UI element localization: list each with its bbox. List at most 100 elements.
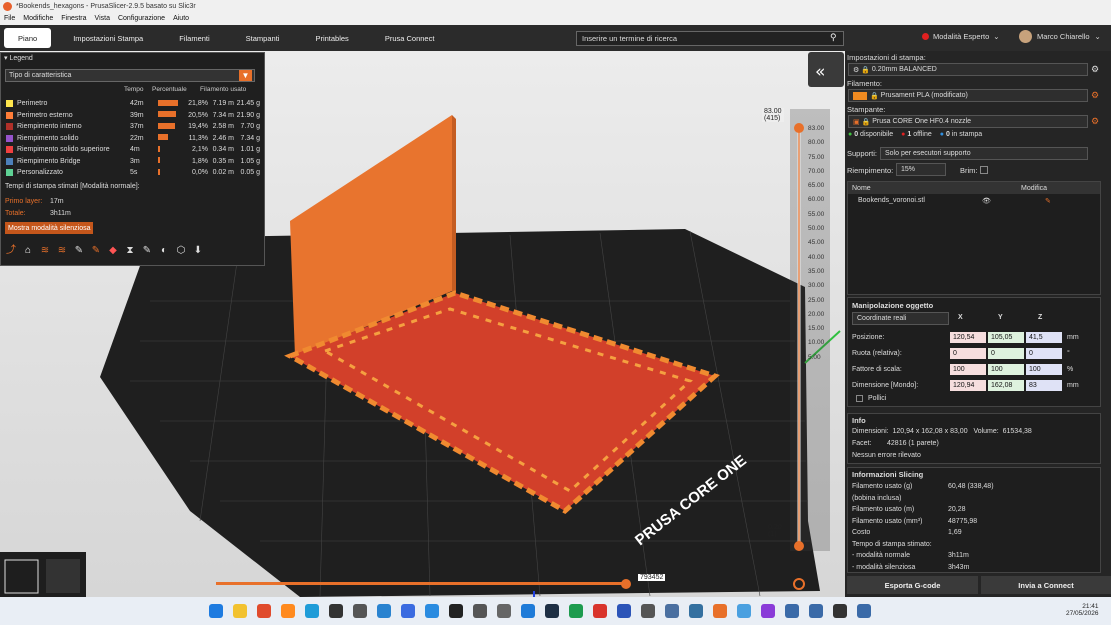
tab-prusa-connect[interactable]: Prusa Connect <box>371 28 449 48</box>
app-icon[interactable] <box>857 604 871 618</box>
app-icon[interactable] <box>761 604 775 618</box>
move-slider-track[interactable] <box>216 582 628 585</box>
tab-plater[interactable]: Piano <box>4 28 52 48</box>
manip-input[interactable]: 162,08 <box>988 379 1024 391</box>
send-to-connect-button[interactable]: Invia a Connect <box>981 576 1111 594</box>
object-row[interactable]: Bookends_voronoi.stl 👁 ✎ <box>848 194 1100 207</box>
app-icon[interactable] <box>689 604 703 618</box>
app-icon[interactable] <box>377 604 391 618</box>
app-icon[interactable] <box>785 604 799 618</box>
manip-input[interactable]: 100 <box>1026 363 1062 375</box>
legend-row[interactable]: Personalizzato 5s 0,0% 0.02 m 0.05 g <box>1 167 263 179</box>
gear-icon[interactable]: ⚙ <box>1091 116 1099 127</box>
manip-input[interactable]: 0 <box>988 347 1024 359</box>
user-account[interactable]: Marco Chiarello ⌄ <box>1019 30 1101 43</box>
wipe-icon[interactable]: ⌂ <box>22 245 34 257</box>
start-icon[interactable] <box>209 604 223 618</box>
travel-icon[interactable]: ⤴ <box>5 245 17 257</box>
coords-combo[interactable]: Coordinate reali <box>852 312 949 325</box>
excel-icon[interactable] <box>569 604 583 618</box>
chrome-icon[interactable] <box>257 604 271 618</box>
edge-icon[interactable] <box>305 604 319 618</box>
app-icon[interactable] <box>833 604 847 618</box>
app-icon[interactable] <box>665 604 679 618</box>
collapse-sidebar-button[interactable] <box>808 52 844 87</box>
search-input[interactable]: Inserire un termine di ricerca <box>576 31 844 46</box>
legend-header[interactable]: ▾ Legend <box>1 53 264 63</box>
mail-icon[interactable] <box>425 604 439 618</box>
tool-marker-icon[interactable]: ⬇ <box>192 245 204 257</box>
legend-row[interactable]: Riempimento Bridge 3m 1,8% 0.35 m 1.05 g <box>1 156 263 168</box>
manip-input[interactable]: 0 <box>1026 347 1062 359</box>
legend-row[interactable]: Riempimento solido 22m 11,3% 2.46 m 7.34 g <box>1 133 263 145</box>
app-icon[interactable] <box>449 604 463 618</box>
filament-combo[interactable]: 🔒 Prusament PLA (modificato) <box>848 89 1088 102</box>
menu-view[interactable]: Vista <box>91 15 114 22</box>
brim-checkbox[interactable] <box>980 166 988 174</box>
legend-row[interactable]: Perimetro 42m 21,8% 7.19 m 21.45 g <box>1 98 263 110</box>
infill-combo[interactable]: 15% <box>896 163 946 176</box>
file-explorer-icon[interactable] <box>233 604 247 618</box>
tool-change-icon[interactable]: ✎ <box>90 245 102 257</box>
move-slider-thumb[interactable] <box>621 579 631 589</box>
mode-selector[interactable]: Modalità Esperto ⌄ <box>922 32 1000 41</box>
calculator-icon[interactable] <box>353 604 367 618</box>
feature-type-select[interactable]: Tipo di caratteristica <box>5 69 255 82</box>
legend-row[interactable]: Perimetro esterno 39m 20,5% 7.34 m 21.90 g <box>1 110 263 122</box>
export-gcode-button[interactable]: Esporta G-code <box>847 576 978 594</box>
menu-edit[interactable]: Modifiche <box>19 15 57 22</box>
acrobat-icon[interactable] <box>593 604 607 618</box>
manip-input[interactable]: 100 <box>988 363 1024 375</box>
printer-combo[interactable]: ▣ 🔒 Prusa CORE One HF0.4 nozzle <box>848 115 1088 128</box>
clock[interactable]: 21:41 27/05/2026 <box>1066 603 1099 617</box>
app-icon[interactable] <box>497 604 511 618</box>
tab-printables[interactable]: Printables <box>301 28 362 48</box>
supports-combo[interactable]: Solo per esecutori supporto <box>880 147 1088 160</box>
manip-input[interactable]: 120,94 <box>950 379 986 391</box>
filament-color-swatch[interactable] <box>853 91 867 100</box>
legend-row[interactable]: Riempimento interno 37m 19,4% 2.58 m 7.70 g <box>1 121 263 133</box>
layer-bottom-thumb[interactable] <box>794 541 804 551</box>
layer-top-thumb[interactable] <box>794 123 804 133</box>
print-settings-combo[interactable]: ⚙ 🔒 0.20mm BALANCED <box>848 63 1088 76</box>
app-icon[interactable] <box>737 604 751 618</box>
manip-input[interactable]: 41,5 <box>1026 331 1062 343</box>
deretract-icon[interactable]: ≋ <box>56 245 68 257</box>
shells-icon[interactable]: ⬡ <box>175 245 187 257</box>
tab-filaments[interactable]: Filamenti <box>165 28 223 48</box>
app-icon[interactable] <box>617 604 631 618</box>
app-icon[interactable] <box>809 604 823 618</box>
app-icon[interactable] <box>641 604 655 618</box>
app-icon[interactable] <box>329 604 343 618</box>
terminal-icon[interactable] <box>545 604 559 618</box>
custom-gcode-icon[interactable]: ✎ <box>141 245 153 257</box>
edit-icon[interactable]: ✎ <box>1045 197 1051 205</box>
legend-row[interactable]: Riempimento solido superiore 4m 2,1% 0.34 m… <box>1 144 263 156</box>
firefox-icon[interactable] <box>281 604 295 618</box>
gear-icon[interactable]: ⚙ <box>1091 90 1099 101</box>
prusaslicer-icon[interactable] <box>713 604 727 618</box>
preview-view-icon[interactable] <box>46 559 80 593</box>
dropdown-arrow-icon[interactable]: ▼ <box>239 70 252 81</box>
manip-input[interactable]: 105,05 <box>988 331 1024 343</box>
center-of-gravity-icon[interactable]: ◐ <box>158 245 170 257</box>
tab-print-settings[interactable]: Impostazioni Stampa <box>59 28 157 48</box>
inches-toggle[interactable]: Pollici <box>856 395 886 402</box>
color-change-icon[interactable]: ◆ <box>107 245 119 257</box>
camera-icon[interactable] <box>473 604 487 618</box>
seam-icon[interactable]: ✎ <box>73 245 85 257</box>
app-icon[interactable] <box>521 604 535 618</box>
manip-input[interactable]: 100 <box>950 363 986 375</box>
app-icon[interactable] <box>401 604 415 618</box>
menu-config[interactable]: Configurazione <box>114 15 169 22</box>
retract-icon[interactable]: ≋ <box>39 245 51 257</box>
eye-icon[interactable]: 👁 <box>982 197 1045 205</box>
silent-mode-button[interactable]: Mostra modalità silenziosa <box>5 222 94 234</box>
pause-icon[interactable]: ⧗ <box>124 245 136 257</box>
search-icon[interactable]: ⚲ <box>830 32 842 44</box>
gear-icon[interactable]: ⚙ <box>1091 64 1099 75</box>
manip-input[interactable]: 83 <box>1026 379 1062 391</box>
tab-printers[interactable]: Stampanti <box>232 28 294 48</box>
menu-help[interactable]: Aiuto <box>169 15 193 22</box>
menu-file[interactable]: File <box>0 15 19 22</box>
